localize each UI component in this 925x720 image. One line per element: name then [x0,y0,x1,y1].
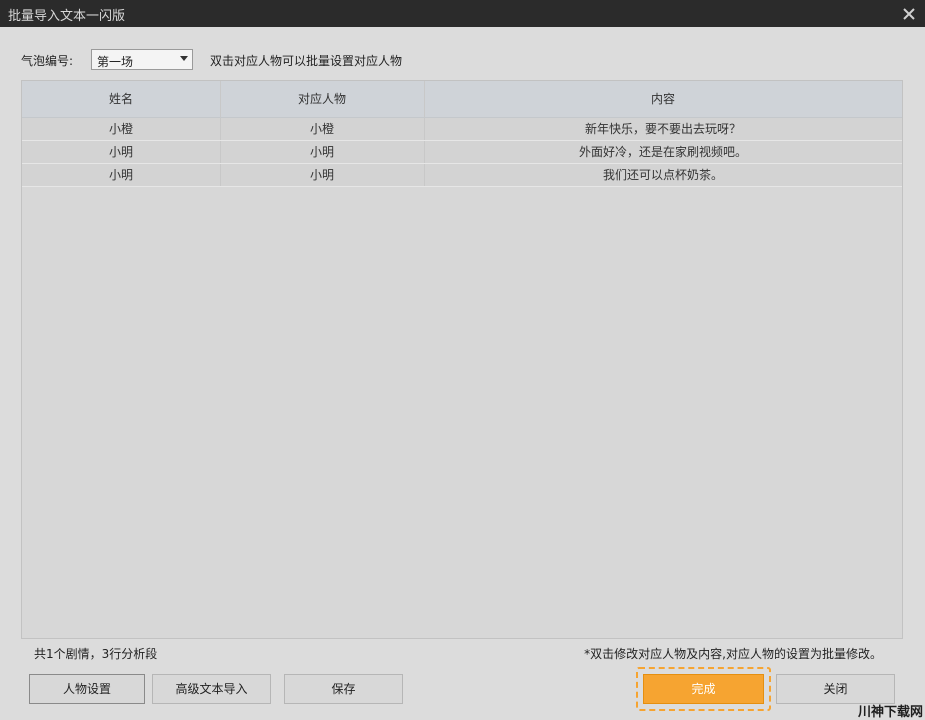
table-row[interactable]: 小橙 小橙 新年快乐，要不要出去玩呀？ [22,118,902,141]
save-button[interactable]: 保存 [284,674,403,704]
hint-text: 双击对应人物可以批量设置对应人物 [210,54,403,68]
cell-name: 小明 [108,168,133,182]
cell-name: 小橙 [108,122,133,136]
close-button[interactable]: 关闭 [776,674,895,704]
column-divider [424,118,425,140]
batch-import-dialog: 批量导入文本一闪版 气泡编号: 第一场 双击对应人物可以批量设置对应人物 姓名 … [0,0,925,720]
column-divider [220,118,221,140]
column-divider [424,164,425,186]
advanced-text-import-button[interactable]: 高级文本导入 [152,674,271,704]
cell-character[interactable]: 小明 [220,164,424,186]
toolbar: 气泡编号: 第一场 双击对应人物可以批量设置对应人物 [21,49,901,70]
script-table: 姓名 对应人物 内容 小橙 小橙 新年快乐，要不要出去玩呀？ 小明 小明 外面好… [21,80,903,639]
column-divider [424,141,425,163]
header-character[interactable]: 对应人物 [220,81,424,117]
column-divider [220,81,221,117]
note-text: *双击修改对应人物及内容,对应人物的设置为批量修改。 [584,647,882,661]
bubble-number-select[interactable]: 第一场 [91,49,193,70]
table-row[interactable]: 小明 小明 外面好冷，还是在家刷视频吧。 [22,141,902,164]
title-bar: 批量导入文本一闪版 [0,0,925,27]
bubble-number-value: 第一场 [97,55,134,69]
window-title: 批量导入文本一闪版 [8,9,126,24]
summary-text: 共1个剧情，3行分析段 [34,647,158,661]
header-name[interactable]: 姓名 [22,81,220,117]
header-content[interactable]: 内容 [424,81,902,117]
cell-content[interactable]: 外面好冷，还是在家刷视频吧。 [424,141,902,163]
watermark: 川神下载网 [857,705,923,720]
done-button[interactable]: 完成 [643,674,764,704]
cell-character[interactable]: 小橙 [220,118,424,140]
column-divider [220,164,221,186]
chevron-down-icon [180,56,188,61]
column-divider [424,81,425,117]
close-window-button[interactable] [893,0,925,27]
cell-name: 小明 [108,145,133,159]
cell-content[interactable]: 新年快乐，要不要出去玩呀？ [424,118,902,140]
table-row[interactable]: 小明 小明 我们还可以点杯奶茶。 [22,164,902,187]
bubble-number-label: 气泡编号: [21,54,74,68]
column-divider [220,141,221,163]
character-settings-button[interactable]: 人物设置 [29,674,145,704]
cell-content[interactable]: 我们还可以点杯奶茶。 [424,164,902,186]
close-icon [903,7,915,20]
table-header: 姓名 对应人物 内容 [22,81,902,118]
cell-character[interactable]: 小明 [220,141,424,163]
